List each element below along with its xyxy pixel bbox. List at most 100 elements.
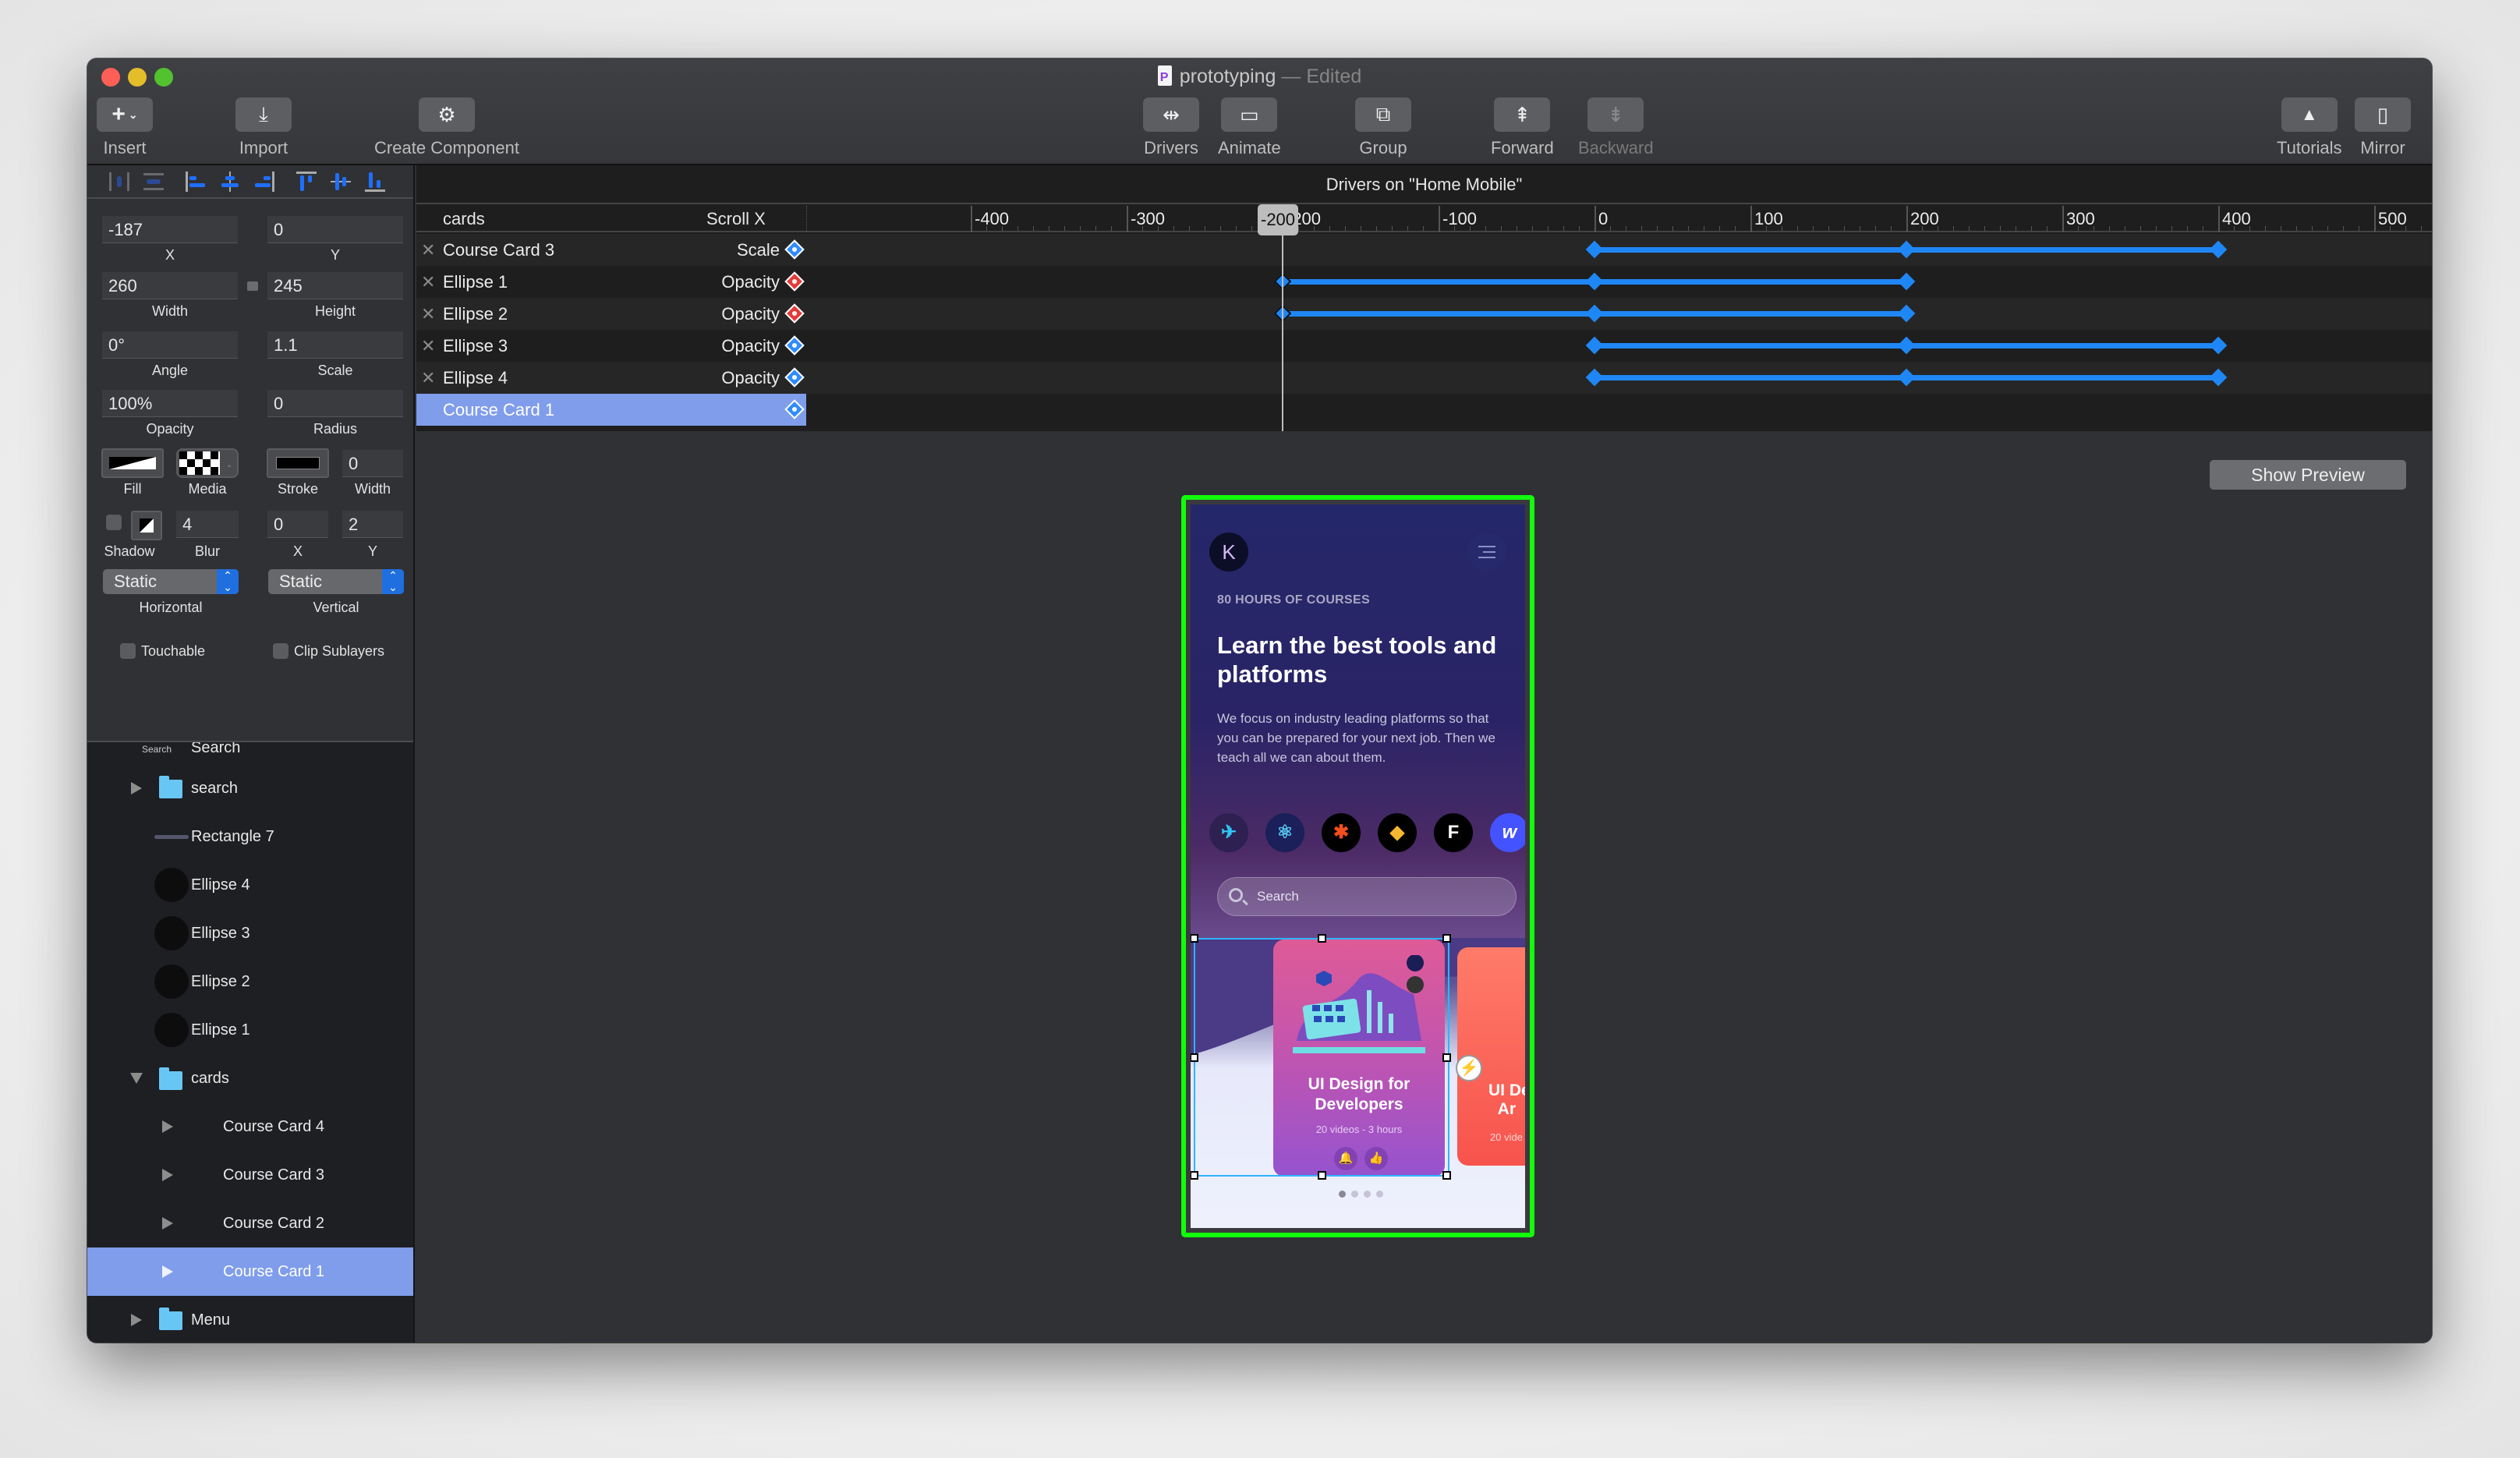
disclosure-triangle-icon[interactable] [162,1265,173,1278]
playhead-value[interactable]: -200 [1258,204,1299,235]
align-middle-vertical-icon[interactable] [329,170,352,193]
page-dot[interactable] [1376,1191,1383,1198]
mirror-button[interactable]: ▯ Mirror [2355,97,2411,158]
group-button[interactable]: ⧉ Group [1355,97,1411,158]
disclosure-triangle-icon[interactable] [162,1120,173,1133]
disclosure-triangle-icon[interactable] [131,782,142,794]
horizontal-resize-select[interactable]: Static ⌃ ⌄ [103,569,239,594]
radius-field[interactable]: 0 [267,390,403,417]
angle-field[interactable]: 0° [102,331,238,359]
shadow-color-swatch[interactable] [131,511,162,540]
keyframe[interactable] [1897,272,1916,291]
keyframe[interactable] [1897,304,1916,323]
media-swatch[interactable]: ⌄ [176,448,239,478]
disclosure-triangle-icon[interactable] [131,1314,142,1326]
layer-item-ellipse-1[interactable]: Ellipse 1 [87,1006,413,1054]
distribute-vertical-icon[interactable] [142,170,165,193]
fill-swatch[interactable] [101,448,164,478]
remove-driver-icon[interactable]: ✕ [421,330,435,362]
disclosure-triangle-expanded-icon[interactable] [130,1073,143,1084]
driver-row-label[interactable]: ✕ Ellipse 2 Opacity [416,298,806,330]
opacity-field[interactable]: 100% [102,390,238,417]
keyframe[interactable] [1585,304,1604,323]
keyframe[interactable] [1585,272,1604,291]
backward-button[interactable]: ⇟ Backward [1578,97,1654,158]
sketch-icon[interactable]: ◆ [1378,813,1417,852]
webflow-icon[interactable]: w [1490,813,1525,852]
create-component-button[interactable]: ⚙ Create Component [365,97,529,158]
align-top-icon[interactable] [295,170,318,193]
menu-icon[interactable] [1467,533,1506,572]
lock-aspect-icon[interactable] [247,281,258,291]
driver-row[interactable]: ✕ Course Card 3 Scale [416,234,2432,266]
align-left-icon[interactable] [184,170,207,193]
driver-row-label[interactable]: ✕ Ellipse 3 Opacity [416,330,806,362]
figma-icon[interactable]: ✱ [1322,813,1361,852]
page-dot[interactable] [1339,1191,1346,1198]
add-keyframe-icon[interactable] [784,239,805,260]
keyframe[interactable] [1585,240,1604,259]
resize-handle[interactable] [1442,934,1451,943]
touchable-checkbox[interactable] [120,643,136,659]
add-keyframe-icon[interactable] [784,367,805,388]
shadow-x-field[interactable]: 0 [267,511,328,538]
keyframe[interactable] [1897,240,1916,259]
x-field[interactable]: -187 [102,216,238,243]
height-field[interactable]: 245 [267,272,403,299]
page-dot[interactable] [1351,1191,1358,1198]
driver-property-name[interactable]: Scale [737,234,780,266]
align-bottom-icon[interactable] [363,170,387,193]
resize-handle[interactable] [1191,1053,1198,1062]
driver-row[interactable]: ✕ Ellipse 2 Opacity [416,298,2432,330]
insert-button[interactable]: + ⌄ Insert [97,97,153,158]
remove-keyframe-icon[interactable] [784,271,805,292]
artboard-home-mobile[interactable]: K 80 HOURS OF COURSES Learn the best too… [1181,495,1534,1237]
animate-button[interactable]: ▭ Animate [1218,97,1281,158]
shadow-y-field[interactable]: 2 [342,511,403,538]
layer-item-menu[interactable]: Menu [87,1296,413,1343]
vertical-resize-select[interactable]: Static ⌃ ⌄ [268,569,404,594]
layer-item-ellipse-3[interactable]: Ellipse 3 [87,909,413,957]
logo-icon[interactable]: K [1209,533,1248,572]
remove-driver-icon[interactable]: ✕ [421,298,435,330]
keyframe[interactable] [1897,336,1916,355]
keyframe[interactable] [2209,368,2228,387]
show-preview-button[interactable]: Show Preview [2210,460,2406,490]
keyframe[interactable] [2209,336,2228,355]
distribute-horizontal-icon[interactable] [108,170,131,193]
keyframe[interactable] [1585,368,1604,387]
shadow-blur-field[interactable]: 4 [176,511,239,538]
stroke-width-field[interactable]: 0 [342,450,403,477]
playhead[interactable] [1282,232,1283,431]
driver-property-name[interactable]: Opacity [721,266,780,298]
driver-row-label[interactable]: ✕ Ellipse 4 Opacity [416,362,806,394]
layer-item-course-card-3[interactable]: Course Card 3 [87,1151,413,1199]
layer-item-ellipse-2[interactable]: Ellipse 2 [87,957,413,1006]
drivers-ruler[interactable]: cards Scroll X -400 -300 -200 -100 0 100 200 30… [416,206,2432,232]
forward-button[interactable]: ⇞ Forward [1491,97,1554,158]
search-input[interactable]: Search [1217,877,1517,916]
layer-item-ellipse-4[interactable]: Ellipse 4 [87,861,413,909]
disclosure-triangle-icon[interactable] [162,1169,173,1181]
react-icon[interactable]: ⚛ [1265,813,1304,852]
driver-row-label[interactable]: Course Card 1 [416,394,806,426]
scale-field[interactable]: 1.1 [267,331,403,359]
resize-handle[interactable] [1191,934,1198,943]
driver-row[interactable]: ✕ Ellipse 3 Opacity [416,330,2432,362]
canvas[interactable]: Show Preview K 80 HOURS OF COURSES Learn… [416,431,2432,1343]
tutorials-button[interactable]: ▲ Tutorials [2277,97,2342,158]
remove-keyframe-icon[interactable] [784,303,805,324]
keyframe[interactable] [1585,336,1604,355]
layer-item-course-card-1[interactable]: Course Card 1 [87,1247,413,1296]
layer-item-course-card-4[interactable]: Course Card 4 [87,1102,413,1151]
resize-handle[interactable] [1442,1053,1451,1062]
keyframe[interactable] [2209,240,2228,259]
clip-sublayers-checkbox[interactable] [273,643,288,659]
stroke-swatch[interactable] [267,448,329,478]
driver-row[interactable]: ✕ Ellipse 1 Opacity [416,266,2432,298]
swift-icon[interactable]: ✈ [1209,813,1248,852]
driver-property-name[interactable]: Opacity [721,298,780,330]
driver-property-name[interactable]: Opacity [721,330,780,362]
resize-handle[interactable] [1442,1171,1451,1180]
import-button[interactable]: ⤓ Import [235,97,292,158]
